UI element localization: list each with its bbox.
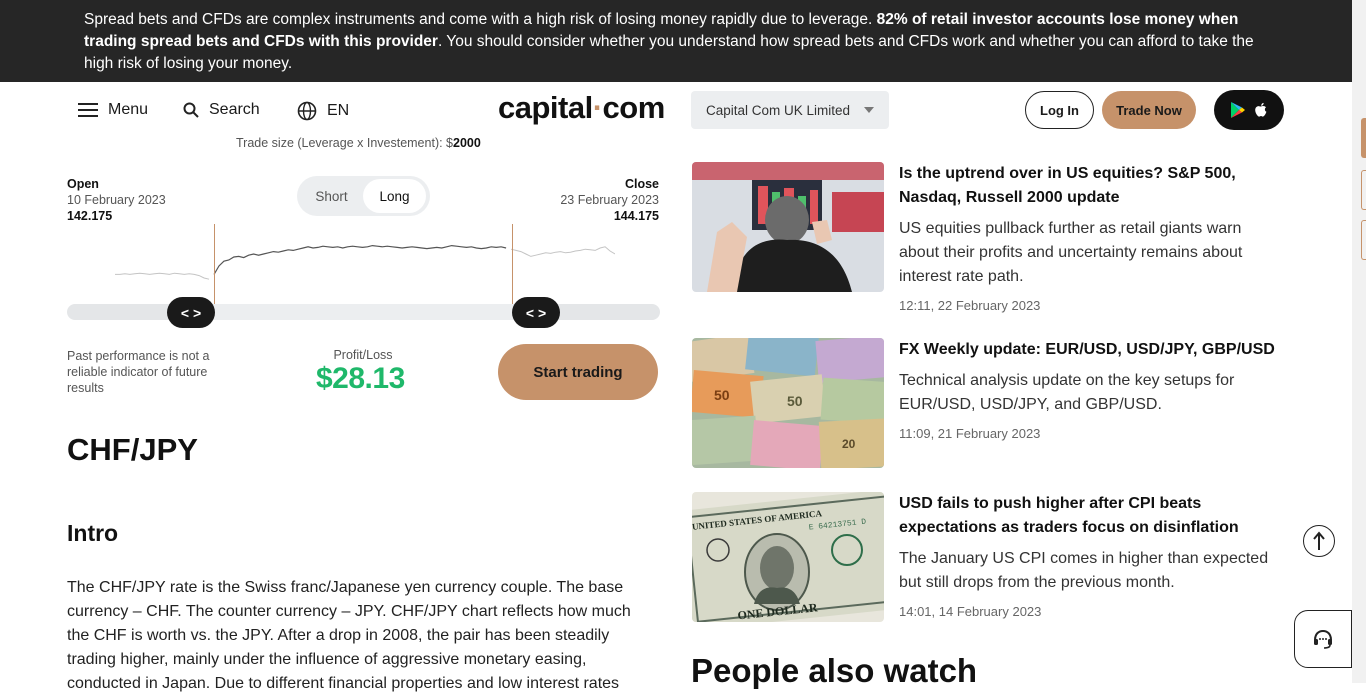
entity-dropdown[interactable]: Capital Com UK Limited	[691, 91, 889, 129]
news-title[interactable]: Is the uptrend over in US equities? S&P …	[899, 162, 1279, 210]
start-trading-button[interactable]: Start trading	[498, 344, 658, 400]
close-marker-line	[512, 224, 513, 304]
past-performance-disclaimer: Past performance is not a reliable indic…	[67, 349, 210, 395]
news-timestamp: 11:09, 21 February 2023	[899, 426, 1041, 441]
open-label: Open	[67, 177, 99, 191]
language-label: EN	[327, 102, 350, 119]
trade-size-value: 2000	[453, 136, 481, 150]
globe-icon	[297, 101, 317, 121]
open-value: 142.175	[67, 209, 113, 223]
side-tab-3[interactable]	[1361, 220, 1366, 260]
news-timestamp: 14:01, 14 February 2023	[899, 604, 1042, 619]
search-icon	[183, 102, 199, 118]
short-option[interactable]: Short	[300, 179, 363, 213]
arrow-up-icon	[1313, 531, 1325, 550]
page-title: CHF/JPY	[67, 432, 198, 467]
risk-warning-banner: Spread bets and CFDs are complex instrum…	[0, 0, 1352, 82]
sparkline-selected	[213, 244, 507, 275]
profit-loss-label: Profit/Loss	[333, 348, 393, 362]
close-value: 144.175	[613, 209, 659, 223]
people-also-watch-heading: People also watch	[691, 652, 978, 689]
logo-dot: ·	[592, 90, 603, 125]
sparkline-before	[115, 272, 210, 280]
news-item[interactable]: 50 50 20 FX Weekly update: EUR/USD, USD/…	[692, 338, 1292, 468]
price-sparkline	[115, 244, 615, 280]
news-description: The January US CPI comes in higher than …	[899, 550, 1269, 591]
site-header: Menu Search EN capital·com Capital Com U…	[0, 82, 1352, 138]
search-button[interactable]: Search	[183, 101, 260, 119]
side-tab-1[interactable]	[1361, 118, 1366, 158]
svg-text:50: 50	[787, 393, 803, 409]
logo-part-1: capital	[498, 90, 593, 125]
login-button[interactable]: Log In	[1025, 91, 1094, 129]
intro-paragraph: The CHF/JPY rate is the Swiss franc/Japa…	[67, 579, 631, 692]
entity-label: Capital Com UK Limited	[706, 102, 851, 118]
search-label: Search	[209, 101, 260, 118]
news-item[interactable]: UNITED STATES OF AMERICA E 64213751 D ON…	[692, 492, 1292, 622]
menu-button[interactable]: Menu	[78, 101, 148, 119]
apple-icon	[1255, 102, 1267, 117]
app-download-button[interactable]	[1214, 90, 1284, 130]
logo-part-2: com	[602, 90, 666, 125]
support-chat-button[interactable]	[1294, 610, 1352, 668]
trade-size-label: Trade size (Leverage x Investement): $20…	[236, 136, 481, 150]
news-description: Technical analysis update on the key set…	[899, 372, 1235, 413]
svg-text:20: 20	[842, 437, 856, 451]
hamburger-icon	[78, 103, 98, 117]
news-title[interactable]: FX Weekly update: EUR/USD, USD/JPY, GBP/…	[899, 338, 1279, 362]
close-label: Close	[624, 177, 659, 191]
drag-arrows-icon: < >	[525, 304, 547, 321]
date-range-selection	[214, 304, 513, 320]
svg-text:50: 50	[714, 387, 730, 403]
news-description: US equities pullback further as retail g…	[899, 220, 1243, 285]
close-date: 23 February 2023	[560, 193, 659, 207]
intro-heading: Intro	[67, 520, 119, 546]
google-play-icon	[1231, 102, 1245, 118]
profit-loss-value: $28.13	[316, 362, 405, 395]
news-thumbnail-dollar-bill[interactable]: UNITED STATES OF AMERICA E 64213751 D ON…	[692, 492, 884, 622]
long-option[interactable]: Long	[363, 179, 426, 213]
trade-size-text: Trade size (Leverage x Investement): $	[236, 136, 453, 150]
news-item[interactable]: Is the uptrend over in US equities? S&P …	[692, 162, 1292, 313]
open-marker-line	[214, 224, 215, 304]
page-scrollbar[interactable]	[1352, 0, 1366, 683]
chevron-down-icon	[864, 107, 874, 113]
risk-text-1: Spread bets and CFDs are complex instrum…	[84, 11, 877, 28]
news-thumbnail-trader[interactable]	[692, 162, 884, 292]
direction-toggle: Short Long	[297, 176, 430, 216]
trade-now-button[interactable]: Trade Now	[1102, 91, 1196, 129]
close-info: Close 23 February 2023 144.175	[560, 176, 659, 224]
menu-label: Menu	[108, 101, 149, 118]
news-thumbnail-banknotes[interactable]: 50 50 20	[692, 338, 884, 468]
news-timestamp: 12:11, 22 February 2023	[899, 298, 1041, 313]
news-title[interactable]: USD fails to push higher after CPI beats…	[899, 492, 1279, 540]
sparkline-after	[510, 246, 615, 257]
side-tab-2[interactable]	[1361, 170, 1366, 210]
open-date-handle[interactable]: < >	[167, 297, 215, 328]
close-date-handle[interactable]: < >	[512, 297, 560, 328]
drag-arrows-icon: < >	[180, 304, 202, 321]
scroll-to-top-button[interactable]	[1303, 525, 1335, 557]
headset-icon	[1314, 629, 1332, 649]
capital-com-logo[interactable]: capital·com	[498, 90, 665, 126]
open-date: 10 February 2023	[67, 193, 166, 207]
language-selector[interactable]: EN	[297, 101, 349, 121]
open-info: Open 10 February 2023 142.175	[67, 176, 166, 224]
